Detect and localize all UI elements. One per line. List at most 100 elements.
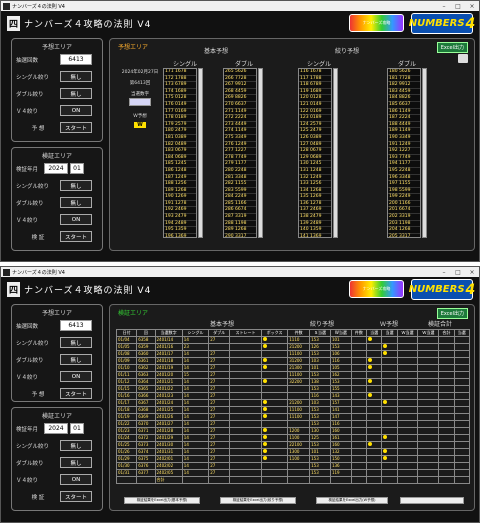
- list-item[interactable]: 196 1369: [164, 234, 196, 237]
- list-item[interactable]: 184 8826: [388, 95, 420, 102]
- list-item[interactable]: 190 1269: [164, 194, 196, 201]
- list-item[interactable]: 189 1149: [388, 128, 420, 135]
- list-item[interactable]: 199 2249: [388, 194, 420, 201]
- winning-number-field[interactable]: [129, 98, 151, 106]
- list-item[interactable]: 186 1248: [164, 168, 196, 175]
- list-item[interactable]: 272 2224: [224, 115, 256, 122]
- table-row[interactable]: 01/26 6374 2401/31 14 27 1300 101 132: [115, 448, 471, 456]
- list-item[interactable]: 140 1359: [299, 227, 331, 234]
- list-item[interactable]: 190 3349: [388, 135, 420, 142]
- close-icon-2[interactable]: ×: [465, 269, 479, 276]
- single-filter-button-2[interactable]: 無し: [60, 337, 92, 348]
- double-scrollbar[interactable]: [258, 68, 263, 238]
- export-narrow-button[interactable]: 検証結果をExcel出力(絞り予想): [220, 497, 296, 504]
- draw-count-field-2[interactable]: 6413: [60, 320, 92, 331]
- minimize-icon[interactable]: –: [437, 3, 451, 10]
- list-item[interactable]: 138 2479: [299, 214, 331, 221]
- table-row[interactable]: 01/11 6363 2401/20 15 27 11100 153 162: [115, 371, 471, 379]
- table-row[interactable]: 01/30 6376 2402/02 14 27 153 136: [115, 462, 471, 470]
- narrow-single-list[interactable]: 116 1678 117 1788 118 6789 119 1689 120 0128…: [298, 68, 332, 238]
- list-item[interactable]: 133 1256: [299, 181, 331, 188]
- list-item[interactable]: 121 0149: [299, 102, 331, 109]
- list-item[interactable]: 193 2479: [164, 214, 196, 221]
- list-item[interactable]: 131 1248: [299, 168, 331, 175]
- list-item[interactable]: 188 1256: [164, 181, 196, 188]
- titlebar-2[interactable]: ナンバーズ４の法則 V4 – □ ×: [1, 267, 479, 277]
- titlebar[interactable]: ナンバーズ４の法則 V4 – □ ×: [1, 1, 479, 11]
- printer-icon[interactable]: [458, 54, 468, 63]
- list-item[interactable]: 183 0679: [164, 148, 196, 155]
- list-item[interactable]: 284 2249: [224, 194, 256, 201]
- v4-filter-button[interactable]: ON: [60, 105, 92, 116]
- list-item[interactable]: 195 1359: [164, 227, 196, 234]
- v4-filter-button-2[interactable]: ON: [60, 371, 92, 382]
- table-row[interactable]: 01/05 6359 2401/16 23 21200 126 153: [115, 343, 471, 351]
- predict-start-button-2[interactable]: スタート: [60, 388, 92, 399]
- list-item[interactable]: 118 6789: [299, 82, 331, 89]
- list-item[interactable]: 289 1268: [224, 227, 256, 234]
- list-item[interactable]: 270 6637: [224, 102, 256, 109]
- close-icon[interactable]: ×: [465, 3, 479, 10]
- list-item[interactable]: 185 6637: [388, 102, 420, 109]
- export-w-button[interactable]: 検証結果をExcel出力(W予想): [316, 497, 388, 504]
- list-item[interactable]: 280 2248: [224, 168, 256, 175]
- v-v4-filter-button[interactable]: ON: [60, 214, 92, 225]
- table-row[interactable]: 01/29 6375 2402/01 14 27 1100 153 150: [115, 455, 471, 463]
- minimize-icon-2[interactable]: –: [437, 269, 451, 276]
- table-row[interactable]: 01/31 6377 2402/05 14 27 153 119: [115, 469, 471, 477]
- double-list[interactable]: 265 5626 266 7728 267 9912 268 4459 269 8826…: [223, 68, 257, 238]
- v-single-filter-button-2[interactable]: 無し: [60, 440, 92, 451]
- list-item[interactable]: 135 1269: [299, 194, 331, 201]
- list-item[interactable]: 275 3349: [224, 135, 256, 142]
- verify-year-field-2[interactable]: 2024: [44, 423, 68, 434]
- list-item[interactable]: 274 1149: [224, 128, 256, 135]
- list-item[interactable]: 176 0149: [164, 102, 196, 109]
- table-row[interactable]: 01/09 6361 2401/18 14 27 31200 103 116: [115, 357, 471, 365]
- single-list[interactable]: 171 1678 172 1788 173 6789 174 1689 175 0128…: [163, 68, 197, 238]
- table-row[interactable]: 01/24 6372 2401/29 14 27 1100 125 161: [115, 434, 471, 442]
- list-item[interactable]: 125 2479: [299, 128, 331, 135]
- v-double-filter-button-2[interactable]: 無し: [60, 457, 92, 468]
- list-item[interactable]: 195 2248: [388, 168, 420, 175]
- list-item[interactable]: 128 0679: [299, 148, 331, 155]
- v-v4-filter-button-2[interactable]: ON: [60, 474, 92, 485]
- list-item[interactable]: 185 1245: [164, 161, 196, 168]
- table-row[interactable]: 01/15 6365 2401/22 14 27 153 155: [115, 385, 471, 393]
- verify-month-field-2[interactable]: 01: [70, 423, 84, 434]
- list-item[interactable]: 197 1155: [388, 181, 420, 188]
- single-filter-button[interactable]: 無し: [60, 71, 92, 82]
- list-item[interactable]: 126 0389: [299, 135, 331, 142]
- list-item[interactable]: 187 2224: [388, 115, 420, 122]
- table-row[interactable]: 01/23 6371 2401/28 14 27 1200 130 160: [115, 427, 471, 435]
- table-row[interactable]: 01/10 6362 2401/19 14 27 21300 101 105: [115, 364, 471, 372]
- list-item[interactable]: 175 0128: [164, 95, 196, 102]
- table-row[interactable]: 合計: [115, 476, 471, 484]
- list-item[interactable]: 279 1177: [224, 161, 256, 168]
- double-filter-button[interactable]: 無し: [60, 88, 92, 99]
- excel-export-button-2[interactable]: Excel出力: [436, 308, 468, 319]
- table-row[interactable]: 01/16 6366 2401/23 14 27 116 143: [115, 392, 471, 400]
- maximize-icon-2[interactable]: □: [451, 269, 465, 276]
- table-row[interactable]: 01/19 6369 2401/26 14 27 11100 153 147: [115, 413, 471, 421]
- list-item[interactable]: 180 2479: [164, 128, 196, 135]
- list-item[interactable]: 202 3319: [388, 214, 420, 221]
- table-row[interactable]: 01/12 6364 2401/21 14 27 32200 138 153: [115, 378, 471, 386]
- verify-month-field[interactable]: 01: [70, 163, 84, 174]
- list-item[interactable]: 194 1177: [388, 161, 420, 168]
- list-item[interactable]: 181 0389: [164, 135, 196, 142]
- list-item[interactable]: 141 1369: [299, 234, 331, 237]
- list-item[interactable]: 180 5626: [388, 69, 420, 76]
- table-row[interactable]: 01/04 6358 2401/14 14 27 1110 153 101: [115, 336, 471, 344]
- list-item[interactable]: 178 0189: [164, 115, 196, 122]
- export-blank-button[interactable]: [400, 497, 464, 504]
- verify-start-button-2[interactable]: スタート: [60, 491, 92, 502]
- table-row[interactable]: 01/08 6360 2401/17 14 27 11100 153 106: [115, 350, 471, 358]
- predict-start-button[interactable]: スタート: [60, 122, 92, 133]
- list-item[interactable]: 120 0128: [299, 95, 331, 102]
- table-row[interactable]: 01/22 6370 2401/27 14 27 153 116: [115, 420, 471, 428]
- draw-count-field[interactable]: 6413: [60, 54, 92, 65]
- table-row[interactable]: 01/18 6368 2401/25 14 27 11100 153 141: [115, 406, 471, 414]
- verify-year-field[interactable]: 2024: [44, 163, 68, 174]
- list-item[interactable]: 116 1678: [299, 69, 331, 76]
- narrow-double-list[interactable]: 180 5626 181 7728 182 9912 183 4459 184 8826…: [387, 68, 421, 238]
